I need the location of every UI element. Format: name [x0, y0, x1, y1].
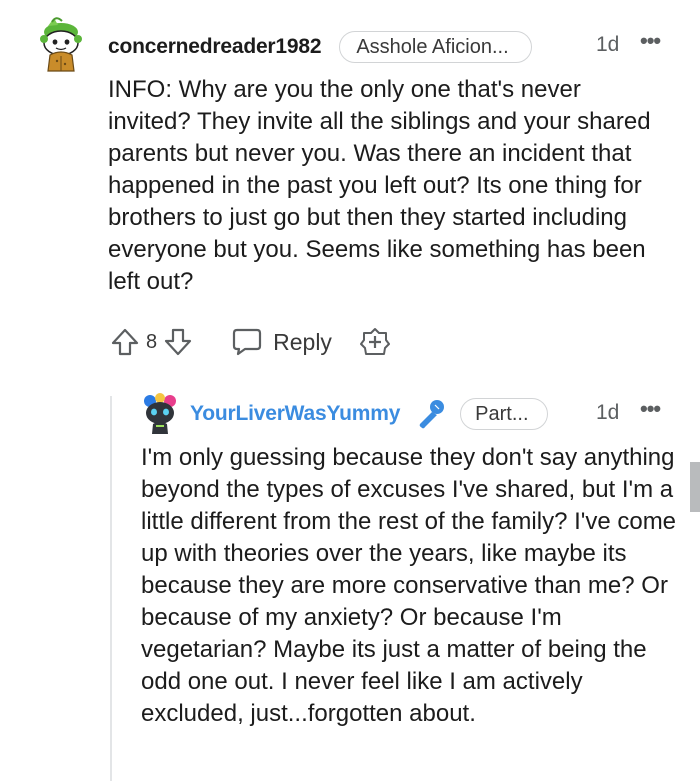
scrollbar-thumb[interactable]	[690, 462, 700, 512]
arrow-down-icon[interactable]	[163, 326, 193, 358]
award-plus-icon[interactable]	[359, 327, 390, 357]
microphone-icon	[419, 400, 445, 429]
more-options-icon[interactable]: •••	[640, 396, 661, 422]
user-avatar-icon[interactable]	[140, 393, 180, 435]
user-avatar-icon[interactable]	[36, 16, 86, 74]
comment-timestamp: 1d	[596, 33, 620, 56]
comment-action-bar: 8 Reply	[110, 322, 390, 362]
user-flair: Asshole Aficion...	[339, 31, 532, 63]
comment-username[interactable]: concernedreader1982	[108, 35, 322, 59]
reply-body: I'm only guessing because they don't say…	[141, 444, 677, 727]
reply-username[interactable]: YourLiverWasYummy	[190, 402, 400, 426]
thread-line[interactable]	[110, 396, 112, 781]
vote-count: 8	[146, 330, 158, 353]
arrow-up-icon[interactable]	[110, 326, 140, 358]
reply-timestamp: 1d	[596, 401, 620, 424]
user-flair: Part...	[460, 398, 548, 430]
reply-button[interactable]: Reply	[231, 327, 332, 357]
reply-meta: YourLiverWasYummy Part...	[190, 396, 548, 432]
comment-meta: concernedreader1982 Asshole Aficion...	[108, 29, 532, 65]
more-options-icon[interactable]: •••	[640, 28, 661, 54]
comment-body: INFO: Why are you the only one that's ne…	[108, 76, 651, 295]
speech-bubble-icon	[233, 328, 262, 356]
reply-label: Reply	[273, 328, 332, 355]
